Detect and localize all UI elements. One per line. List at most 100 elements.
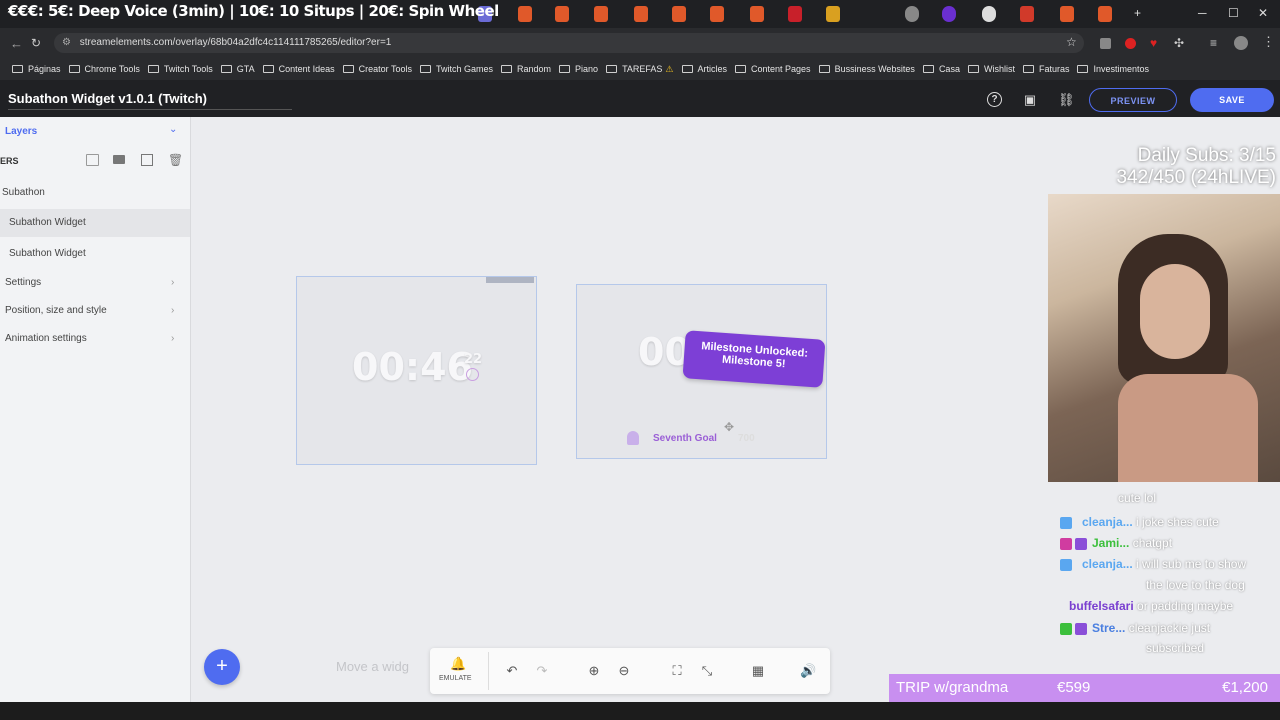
folder-icon: [1077, 65, 1089, 73]
bookmark-folder[interactable]: Páginas: [12, 64, 61, 74]
close-icon[interactable]: ✕: [1258, 6, 1268, 20]
bookmark-folder[interactable]: GTA: [220, 64, 255, 74]
badge-icon: [1060, 516, 1072, 529]
add-folder-icon[interactable]: [86, 154, 99, 166]
browser-menu-icon[interactable]: ⋮: [1262, 34, 1275, 50]
redo-icon[interactable]: ↷: [534, 663, 550, 679]
tab-favicon[interactable]: [750, 6, 764, 22]
tab-favicon[interactable]: [594, 6, 608, 22]
tab-favicon[interactable]: [710, 6, 724, 22]
record-extension-icon[interactable]: [1125, 38, 1136, 49]
tab-favicon[interactable]: [1020, 6, 1034, 22]
bookmarks-bar: Páginas Chrome Tools Twitch Tools GTA Co…: [0, 58, 1280, 80]
layers-tab[interactable]: Layers: [5, 126, 37, 137]
section-position-size-style[interactable]: Position, size and style ›: [0, 297, 190, 325]
layer-item-subathon-widget[interactable]: Subathon Widget: [0, 240, 190, 268]
emulate-button[interactable]: EMULATE: [439, 675, 472, 682]
bookmark-folder[interactable]: TAREFAS ⚠: [606, 64, 674, 75]
lock-icon: [627, 431, 639, 445]
tab-favicon[interactable]: [555, 6, 569, 22]
zoom-out-icon[interactable]: ⊖: [616, 663, 632, 679]
goal-value: 700: [738, 433, 755, 444]
extension-icon[interactable]: [1100, 38, 1111, 49]
bookmark-folder[interactable]: Content Ideas: [262, 64, 335, 74]
reload-icon[interactable]: ↻: [31, 36, 41, 50]
layer-item-subathon-widget[interactable]: Subathon Widget: [0, 209, 190, 237]
tab-favicon[interactable]: [788, 6, 802, 22]
tab-favicon[interactable]: [634, 6, 648, 22]
grid-icon[interactable]: ▦: [750, 663, 766, 679]
avatar[interactable]: [1234, 36, 1248, 50]
delete-icon[interactable]: 🗑: [168, 153, 183, 167]
folder-icon: [559, 65, 571, 73]
duplicate-icon[interactable]: [141, 154, 153, 166]
tab-favicon[interactable]: [1098, 6, 1112, 22]
section-settings[interactable]: Settings ›: [0, 269, 190, 297]
bookmark-folder[interactable]: Casa: [922, 64, 960, 74]
url-field[interactable]: ⚙ streamelements.com/overlay/68b04a2dfc4…: [54, 33, 1084, 53]
fit-screen-icon[interactable]: ⤡: [699, 663, 715, 679]
daily-subs-counter: Daily Subs: 3/15: [1137, 145, 1276, 166]
folder-icon: [681, 65, 693, 73]
folder-icon: [735, 65, 747, 73]
tab-favicon[interactable]: [942, 6, 956, 22]
bookmark-folder[interactable]: Articles: [681, 64, 727, 74]
link-icon[interactable]: ⛓: [1058, 92, 1075, 108]
bookmark-folder[interactable]: Twitch Tools: [147, 64, 213, 74]
tab-favicon[interactable]: [905, 6, 919, 22]
chat-message: buffelsafari or padding maybe: [1069, 599, 1234, 613]
tab-favicon[interactable]: [826, 6, 840, 22]
webcam-face: [1140, 264, 1210, 359]
tab-favicon[interactable]: [982, 6, 996, 22]
bookmark-folder[interactable]: Wishlist: [967, 64, 1015, 74]
folder-icon: [501, 65, 513, 73]
overlay-title[interactable]: Subathon Widget v1.0.1 (Twitch): [8, 91, 207, 106]
media-control-icon[interactable]: ≡: [1210, 36, 1217, 50]
section-animation-settings[interactable]: Animation settings ›: [0, 325, 190, 353]
bookmark-folder[interactable]: Content Pages: [735, 64, 811, 74]
minimize-icon[interactable]: ─: [1198, 6, 1207, 20]
bookmark-folder[interactable]: Faturas: [1022, 64, 1069, 74]
timer-seconds: 22: [464, 352, 483, 367]
bookmark-folder[interactable]: Bussiness Websites: [818, 64, 915, 74]
bookmark-folder[interactable]: Random: [501, 64, 551, 74]
milestone-popup: Milestone Unlocked: Milestone 5!: [682, 330, 826, 388]
bookmark-folder[interactable]: Chrome Tools: [68, 64, 140, 74]
zoom-in-icon[interactable]: ⊕: [586, 663, 602, 679]
move-cursor-icon: ✥: [724, 420, 735, 434]
bookmark-star-icon[interactable]: ☆: [1066, 35, 1077, 49]
puzzle-icon[interactable]: ✣: [1174, 36, 1184, 50]
layers-header: ERS: [0, 156, 19, 166]
bookmark-folder[interactable]: Investimentos: [1077, 64, 1149, 74]
tab-favicon[interactable]: [518, 6, 532, 22]
bottom-strip: [0, 702, 1280, 720]
bookmark-folder[interactable]: Piano: [559, 64, 598, 74]
bookmark-folder[interactable]: Creator Tools: [342, 64, 412, 74]
screen-settings-icon[interactable]: ▣: [1022, 92, 1038, 108]
chat-message: subscribed: [1146, 641, 1205, 655]
layer-group-subathon[interactable]: Subathon: [0, 179, 192, 207]
bookmark-folder[interactable]: Twitch Games: [420, 64, 493, 74]
tab-favicon[interactable]: [672, 6, 686, 22]
chevron-right-icon: ›: [171, 277, 175, 288]
help-icon[interactable]: ?: [987, 92, 1002, 107]
folder-icon: [967, 65, 979, 73]
tab-favicon[interactable]: [1060, 6, 1074, 22]
folder-icon[interactable]: [113, 155, 125, 164]
undo-icon[interactable]: ↶: [504, 663, 520, 679]
preview-button[interactable]: PREVIEW: [1089, 88, 1177, 112]
folder-icon: [606, 65, 618, 73]
back-icon[interactable]: ←: [10, 36, 23, 51]
maximize-icon[interactable]: ☐: [1228, 6, 1239, 20]
folder-icon: [922, 65, 934, 73]
chevron-down-icon[interactable]: ⌄: [169, 124, 177, 135]
add-widget-button[interactable]: +: [204, 649, 240, 685]
volume-icon[interactable]: 🔊: [800, 663, 816, 679]
bell-icon[interactable]: 🔔: [450, 656, 466, 672]
site-info-icon[interactable]: ⚙: [62, 37, 71, 48]
save-button[interactable]: SAVE: [1190, 88, 1274, 112]
canvas-toolbar: 🔔 EMULATE ↶ ↷ ⊕ ⊖ ⛶ ⤡ ▦ 🔊: [430, 648, 830, 694]
fullscreen-icon[interactable]: ⛶: [669, 663, 685, 679]
heart-extension-icon[interactable]: ♥: [1150, 36, 1157, 50]
new-tab-button[interactable]: +: [1134, 6, 1141, 20]
